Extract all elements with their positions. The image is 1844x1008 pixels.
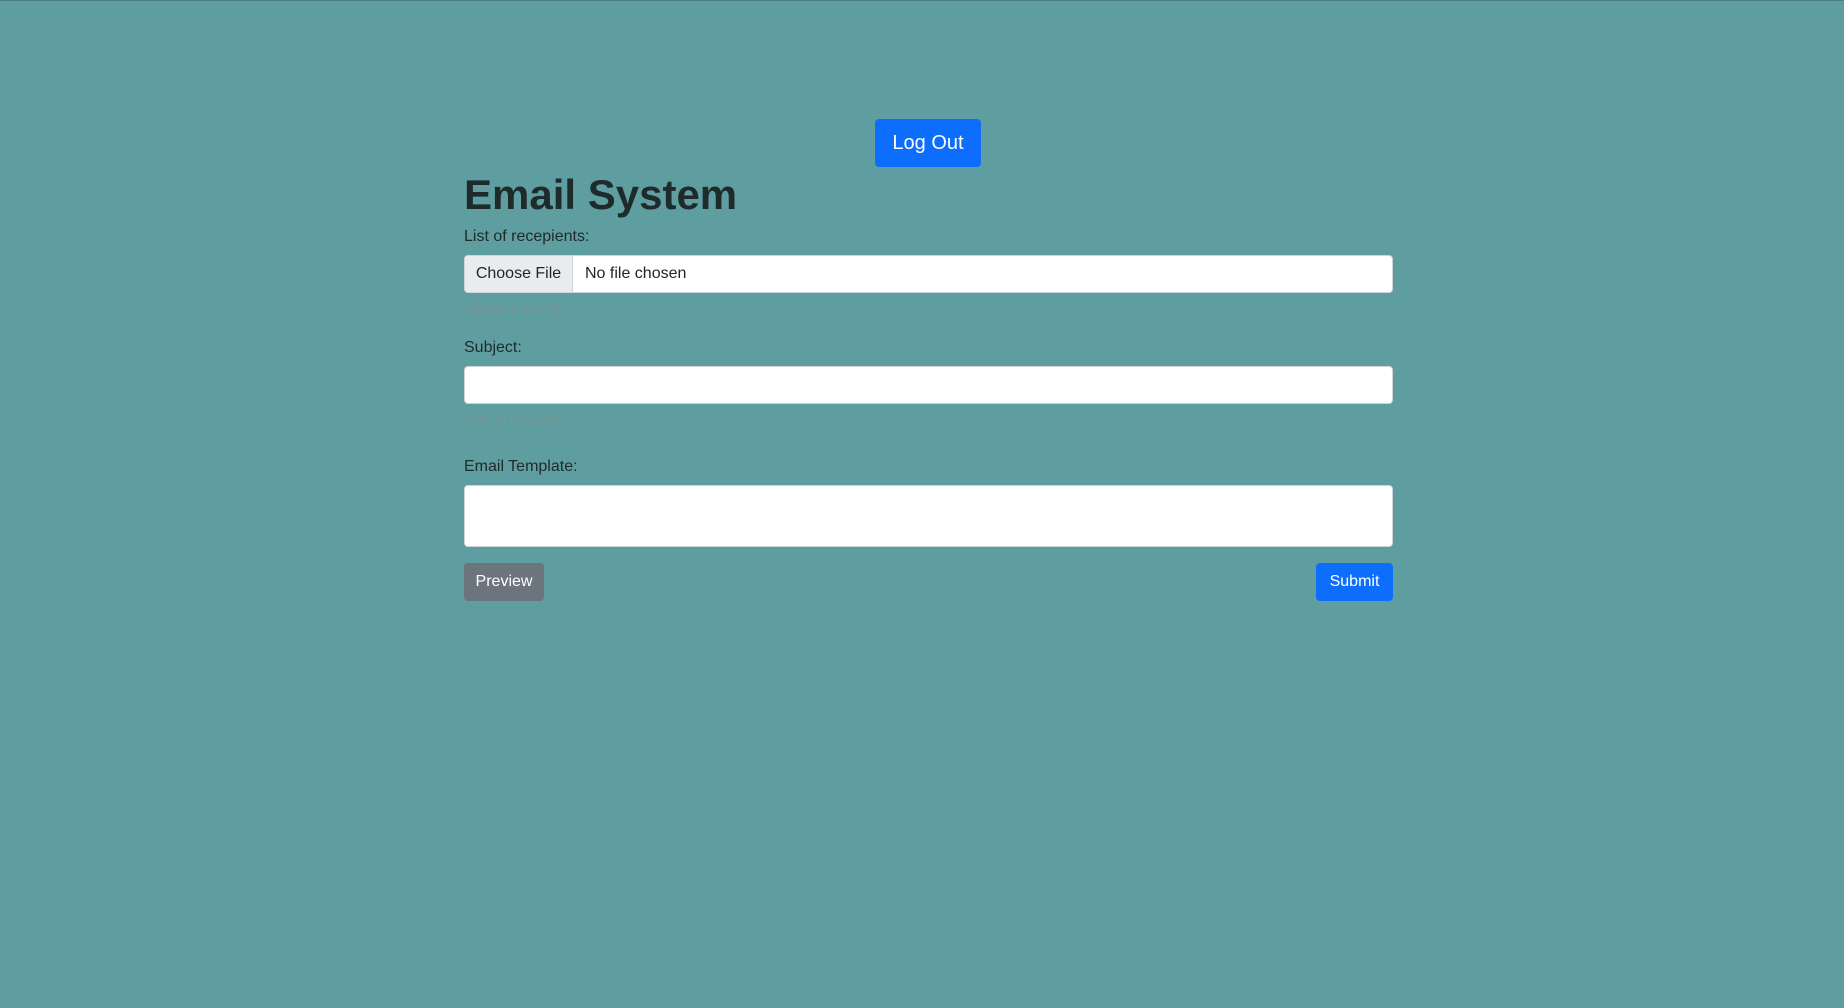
recipients-helper: Upload a .csv file — [464, 301, 563, 316]
subject-input[interactable] — [464, 366, 1393, 404]
subject-helper: Max 70 characters — [464, 412, 571, 427]
submit-button[interactable]: Submit — [1316, 563, 1393, 601]
template-label: Email Template: — [464, 458, 578, 475]
recipients-label: List of recepients: — [464, 228, 590, 245]
page-title: Email System — [464, 171, 738, 218]
template-textarea[interactable] — [464, 485, 1393, 547]
subject-label: Subject: — [464, 339, 522, 356]
recipients-file-input[interactable]: Choose File No file chosen — [464, 255, 1393, 293]
preview-button[interactable]: Preview — [464, 563, 544, 601]
file-status-text: No file chosen — [585, 265, 687, 282]
choose-file-button[interactable]: Choose File — [465, 256, 573, 292]
logout-button[interactable]: Log Out — [875, 119, 981, 167]
